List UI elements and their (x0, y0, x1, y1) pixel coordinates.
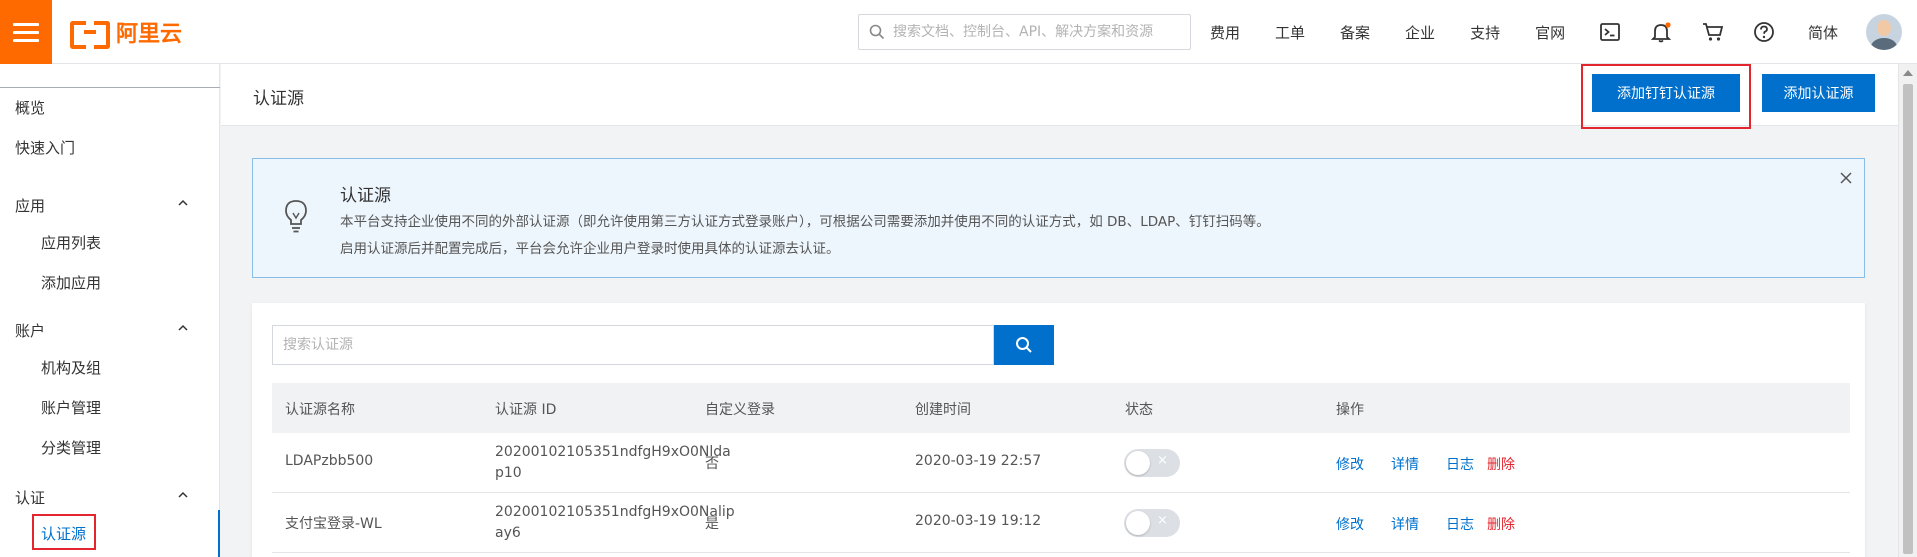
auth-source-search-input[interactable] (283, 327, 963, 363)
scroll-up-icon[interactable] (1903, 70, 1913, 76)
sidebar-item-category-mgmt[interactable]: 分类管理 (41, 437, 101, 458)
search-icon (1016, 337, 1032, 353)
col-header-status: 状态 (1125, 402, 1153, 418)
cell-created: 2020-03-19 19:12 (915, 513, 1042, 529)
auth-source-card: 认证源名称 认证源 ID 自定义登录 创建时间 状态 操作 LDAPzbb500… (252, 303, 1865, 557)
cart-icon[interactable] (1701, 20, 1725, 44)
cell-created: 2020-03-19 22:57 (915, 453, 1042, 469)
cell-custom-login: 否 (705, 456, 719, 472)
close-icon: × (1157, 453, 1168, 468)
col-header-actions: 操作 (1336, 402, 1364, 418)
info-notice: 认证源 本平台支持企业使用不同的外部认证源（即允许使用第三方认证方式登录账户），… (252, 158, 1865, 278)
nav-tickets[interactable]: 工单 (1275, 22, 1305, 43)
highlight-box (32, 514, 96, 550)
highlight-box (1581, 64, 1751, 129)
cell-name: 支付宝登录-WL (285, 516, 382, 532)
global-search[interactable] (858, 14, 1191, 50)
nav-support[interactable]: 支持 (1470, 22, 1500, 43)
sidebar-item-account-mgmt[interactable]: 账户管理 (41, 397, 101, 418)
col-header-created: 创建时间 (915, 402, 971, 418)
auth-source-search[interactable] (272, 325, 994, 365)
col-header-id: 认证源 ID (495, 402, 557, 418)
help-icon[interactable] (1752, 20, 1776, 44)
edit-link[interactable]: 修改 (1336, 454, 1364, 474)
terminal-icon[interactable] (1598, 20, 1622, 44)
cell-custom-login: 是 (705, 516, 719, 532)
menu-icon[interactable] (0, 0, 52, 64)
status-toggle[interactable]: × (1124, 509, 1180, 537)
col-header-name: 认证源名称 (285, 402, 355, 418)
sidebar-item-add-app[interactable]: 添加应用 (41, 272, 101, 293)
sidebar-item-app-list[interactable]: 应用列表 (41, 232, 101, 253)
sidebar-item-quickstart[interactable]: 快速入门 (15, 137, 75, 158)
add-auth-source-button[interactable]: 添加认证源 (1762, 74, 1875, 112)
log-link[interactable]: 日志 (1446, 514, 1474, 534)
notice-text-line-2: 启用认证源后并配置完成后，平台会允许企业用户登录时使用具体的认证源去认证。 (340, 241, 840, 257)
col-header-custom-login: 自定义登录 (705, 402, 775, 418)
chevron-up-icon[interactable] (178, 323, 188, 333)
nav-enterprise[interactable]: 企业 (1405, 22, 1435, 43)
search-icon (869, 24, 885, 40)
table-row: 支付宝登录-WL 20200102105351ndfgH9xO0Nalipay6… (272, 493, 1850, 553)
sidebar-group-accounts[interactable]: 账户 (15, 320, 45, 341)
detail-link[interactable]: 详情 (1391, 454, 1419, 474)
table-header: 认证源名称 认证源 ID 自定义登录 创建时间 状态 操作 (272, 383, 1850, 433)
close-icon: × (1157, 513, 1168, 528)
table-row: LDAPzbb500 20200102105351ndfgH9xO0Nldap1… (272, 433, 1850, 493)
detail-link[interactable]: 详情 (1391, 514, 1419, 534)
cell-name: LDAPzbb500 (285, 453, 374, 469)
lightbulb-icon (285, 200, 307, 233)
language-switch[interactable]: 简体 (1808, 22, 1838, 43)
page-title: 认证源 (253, 89, 304, 109)
global-search-input[interactable] (893, 24, 1183, 40)
nav-filing[interactable]: 备案 (1340, 22, 1370, 43)
sidebar-group-auth[interactable]: 认证 (15, 487, 45, 508)
top-nav: 费用 工单 备案 企业 支持 官网 (1210, 0, 1600, 64)
vertical-scrollbar[interactable] (1898, 64, 1917, 557)
page-header: 认证源 添加钉钉认证源 添加认证源 (221, 64, 1898, 129)
scrollbar-thumb[interactable] (1903, 84, 1913, 554)
brand-logo[interactable]: 阿里云 (70, 16, 183, 49)
sidebar-item-overview[interactable]: 概览 (15, 97, 45, 118)
nav-official-site[interactable]: 官网 (1535, 22, 1565, 43)
chevron-up-icon[interactable] (178, 198, 188, 208)
cell-id: 20200102105351ndfgH9xO0Nalipay6 (495, 504, 735, 541)
chevron-up-icon[interactable] (178, 490, 188, 500)
notice-text-line-1: 本平台支持企业使用不同的外部认证源（即允许使用第三方认证方式登录账户），可根据公… (340, 214, 1270, 230)
edit-link[interactable]: 修改 (1336, 514, 1364, 534)
close-icon[interactable] (1839, 171, 1853, 185)
bell-icon[interactable] (1649, 20, 1673, 44)
log-link[interactable]: 日志 (1446, 454, 1474, 474)
notice-title: 认证源 (340, 186, 391, 206)
logo-mark-icon (70, 19, 110, 49)
sidebar: 概览 快速入门 应用 应用列表 添加应用 账户 机构及组 账户管理 分类管理 认… (0, 64, 220, 557)
sidebar-group-apps[interactable]: 应用 (15, 195, 45, 216)
sidebar-item-org-groups[interactable]: 机构及组 (41, 357, 101, 378)
status-toggle[interactable]: × (1124, 449, 1180, 477)
logo-text: 阿里云 (116, 22, 183, 47)
cell-id: 20200102105351ndfgH9xO0Nldap10 (495, 444, 731, 481)
active-indicator (218, 510, 220, 557)
nav-fees[interactable]: 费用 (1210, 22, 1240, 43)
search-button[interactable] (994, 325, 1054, 365)
user-avatar[interactable] (1866, 14, 1902, 50)
top-bar: 阿里云 费用 工单 备案 企业 支持 官网 简体 (0, 0, 1917, 64)
delete-link[interactable]: 删除 (1487, 514, 1515, 534)
delete-link[interactable]: 删除 (1487, 454, 1515, 474)
